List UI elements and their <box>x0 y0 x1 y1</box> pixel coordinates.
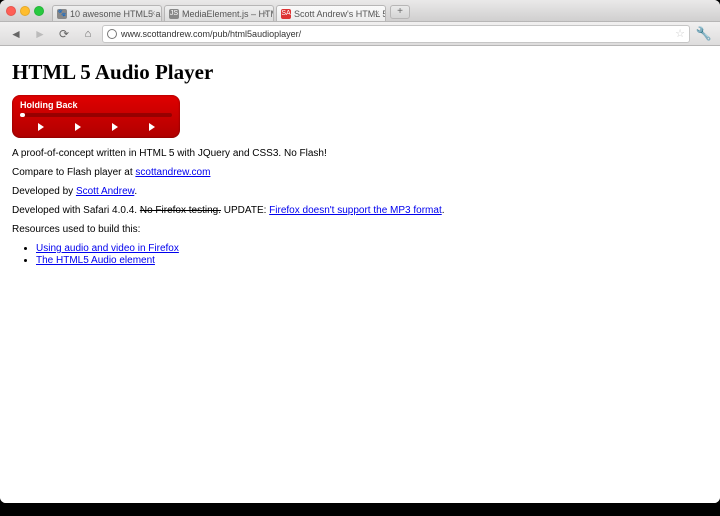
body-text: Developed with Safari 4.0.4. No Firefox … <box>12 205 708 216</box>
browser-window: 🐾 10 awesome HTML5 audio p… × JS MediaEl… <box>0 0 720 503</box>
link-scott-andrew[interactable]: Scott Andrew <box>76 186 134 197</box>
page-content: HTML 5 Audio Player Holding Back A proof… <box>0 46 720 503</box>
play-icon[interactable] <box>75 123 81 131</box>
forward-button[interactable]: ► <box>30 25 50 43</box>
page-title: HTML 5 Audio Player <box>12 60 708 85</box>
body-text: Developed by Scott Andrew. <box>12 186 708 197</box>
back-button[interactable]: ◄ <box>6 25 26 43</box>
close-tab-icon[interactable]: × <box>260 8 270 18</box>
body-text: Resources used to build this: <box>12 224 708 235</box>
play-icon[interactable] <box>38 123 44 131</box>
progress-fill <box>20 113 25 117</box>
address-bar[interactable]: www.scottandrew.com/pub/html5audioplayer… <box>102 25 690 43</box>
reload-button[interactable]: ⟳ <box>54 25 74 43</box>
browser-tab[interactable]: 🐾 10 awesome HTML5 audio p… × <box>52 5 162 21</box>
text: . <box>134 186 137 197</box>
new-tab-button[interactable]: + <box>390 5 410 19</box>
body-text: Compare to Flash player at scottandrew.c… <box>12 167 708 178</box>
list-item: Using audio and video in Firefox <box>36 243 708 254</box>
close-tab-icon[interactable]: × <box>372 8 382 18</box>
home-button[interactable]: ⌂ <box>78 25 98 43</box>
text: Developed by <box>12 186 76 197</box>
minimize-window-button[interactable] <box>20 6 30 16</box>
settings-menu-button[interactable]: 🔧 <box>694 25 714 43</box>
progress-bar[interactable] <box>20 113 172 117</box>
play-icon[interactable] <box>112 123 118 131</box>
link-firefox-mp3[interactable]: Firefox doesn't support the MP3 format <box>269 205 442 216</box>
tab-favicon: SA <box>281 9 291 19</box>
link-resource[interactable]: The HTML5 Audio element <box>36 255 155 266</box>
player-controls <box>12 123 180 131</box>
url-text: www.scottandrew.com/pub/html5audioplayer… <box>121 29 671 39</box>
maximize-window-button[interactable] <box>34 6 44 16</box>
body-text: A proof-of-concept written in HTML 5 wit… <box>12 148 708 159</box>
list-item: The HTML5 Audio element <box>36 255 708 266</box>
strikethrough-text: No Firefox testing. <box>140 205 221 216</box>
globe-icon <box>107 29 117 39</box>
text: . <box>442 205 445 216</box>
tab-favicon: 🐾 <box>57 9 67 19</box>
close-tab-icon[interactable]: × <box>148 8 158 18</box>
browser-tab[interactable]: SA Scott Andrew's HTML 5 Au… × <box>276 5 386 21</box>
resource-list: Using audio and video in Firefox The HTM… <box>12 243 708 266</box>
link-resource[interactable]: Using audio and video in Firefox <box>36 243 179 254</box>
close-window-button[interactable] <box>6 6 16 16</box>
tab-favicon: JS <box>169 9 179 19</box>
text: Developed with Safari 4.0.4. <box>12 205 140 216</box>
link-scottandrew[interactable]: scottandrew.com <box>135 167 210 178</box>
titlebar: 🐾 10 awesome HTML5 audio p… × JS MediaEl… <box>0 0 720 22</box>
text: Compare to Flash player at <box>12 167 135 178</box>
browser-tab[interactable]: JS MediaElement.js – HTML5 … × <box>164 5 274 21</box>
bookmark-star-icon[interactable]: ☆ <box>675 27 685 40</box>
audio-player: Holding Back <box>12 95 180 138</box>
text: UPDATE: <box>221 205 269 216</box>
track-title: Holding Back <box>12 100 180 113</box>
tab-strip: 🐾 10 awesome HTML5 audio p… × JS MediaEl… <box>52 0 410 21</box>
toolbar: ◄ ► ⟳ ⌂ www.scottandrew.com/pub/html5aud… <box>0 22 720 46</box>
window-controls <box>6 6 44 16</box>
play-icon[interactable] <box>149 123 155 131</box>
